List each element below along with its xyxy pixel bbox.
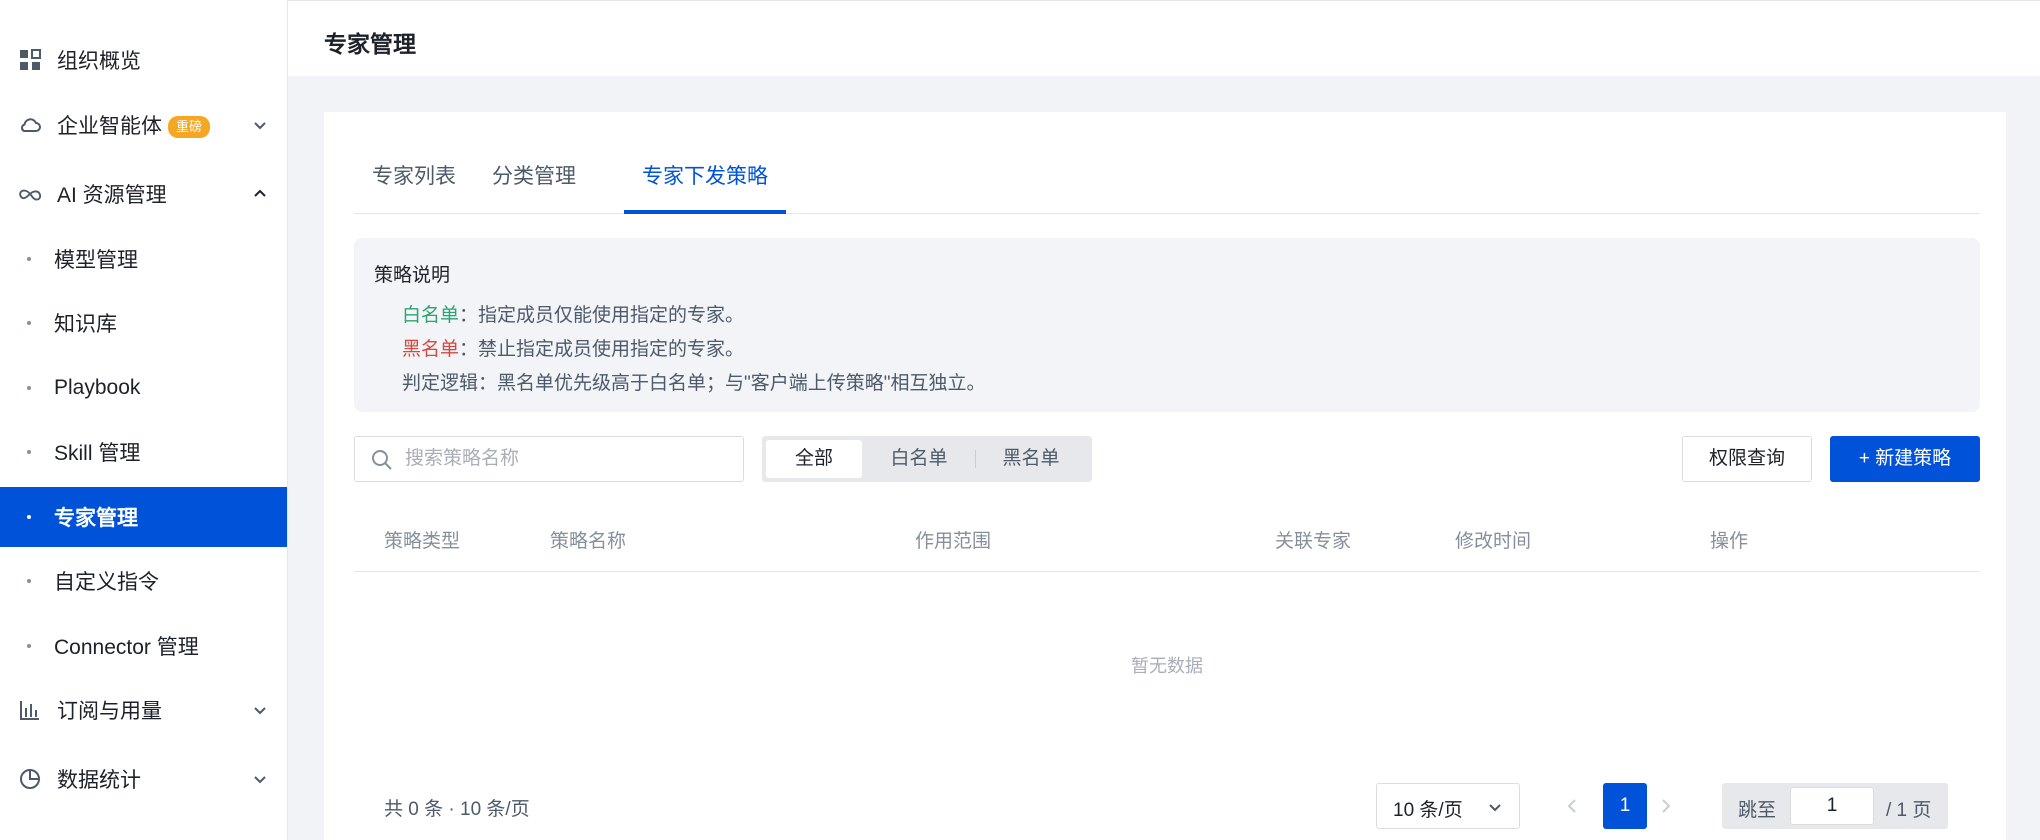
sidebar-item-label: 订阅与用量 bbox=[57, 700, 162, 723]
sidebar-item-ai-resources[interactable]: AI 资源管理 bbox=[0, 164, 287, 224]
sidebar-item-label: 组织概览 bbox=[57, 50, 141, 73]
page-title: 专家管理 bbox=[324, 31, 416, 57]
empty-state: 暂无数据 bbox=[1131, 656, 1203, 676]
next-page-button[interactable] bbox=[1644, 783, 1688, 829]
sidebar-item-enterprise-agent[interactable]: 企业智能体 重磅 bbox=[0, 95, 287, 155]
column-header: 作用范围 bbox=[915, 531, 992, 552]
notice-logic-line: 判定逻辑：黑名单优先级高于白名单；与"客户端上传策略"相互独立。 bbox=[402, 373, 986, 394]
sidebar-item-label: Playbook bbox=[54, 376, 141, 399]
chevron-down-icon bbox=[250, 700, 270, 720]
filter-blacklist[interactable]: 黑名单 bbox=[978, 440, 1084, 478]
filter-whitelist[interactable]: 白名单 bbox=[866, 440, 972, 478]
permission-query-button[interactable]: 权限查询 bbox=[1682, 436, 1812, 482]
tab-distribution-policy[interactable]: 专家下发策略 bbox=[642, 152, 768, 214]
search-input[interactable] bbox=[405, 445, 725, 473]
sidebar-item-connector-management[interactable]: Connector 管理 bbox=[0, 616, 287, 676]
sidebar-item-label: 自定义指令 bbox=[54, 571, 159, 594]
scrollbar[interactable] bbox=[2022, 76, 2040, 840]
sidebar-item-org-overview[interactable]: 组织概览 bbox=[0, 30, 287, 90]
chevron-down-icon bbox=[250, 115, 270, 135]
jump-label: 跳至 bbox=[1738, 800, 1777, 821]
sidebar-item-subscription-usage[interactable]: 订阅与用量 bbox=[0, 680, 287, 740]
tab-category-management[interactable]: 分类管理 bbox=[492, 152, 576, 214]
filter-divider bbox=[975, 450, 976, 468]
sidebar-item-knowledge-base[interactable]: 知识库 bbox=[0, 293, 287, 353]
page-jumper: 跳至 1 / 1 页 bbox=[1722, 783, 1948, 829]
sidebar-item-label: Connector 管理 bbox=[54, 636, 199, 659]
page-header: 专家管理 bbox=[288, 0, 2040, 76]
jump-page-input[interactable]: 1 bbox=[1790, 787, 1874, 825]
sidebar-item-data-statistics[interactable]: 数据统计 bbox=[0, 749, 287, 809]
sidebar-item-expert-management[interactable]: 专家管理 bbox=[0, 487, 287, 547]
column-header: 操作 bbox=[1710, 531, 1749, 552]
page-size-select[interactable]: 10 条/页 bbox=[1376, 783, 1520, 829]
table-header: 策略类型 策略名称 作用范围 关联专家 修改时间 操作 bbox=[354, 504, 1980, 572]
search-icon bbox=[371, 449, 393, 471]
column-header: 修改时间 bbox=[1455, 531, 1532, 552]
new-badge: 重磅 bbox=[168, 116, 211, 139]
create-policy-button[interactable]: + 新建策略 bbox=[1830, 436, 1980, 482]
sidebar-item-label: Skill 管理 bbox=[54, 442, 141, 465]
chevron-down-icon bbox=[250, 769, 270, 789]
bullet-dot bbox=[27, 321, 31, 325]
blacklist-label: 黑名单 bbox=[402, 339, 460, 360]
bullet-dot bbox=[27, 386, 31, 390]
bullet-dot bbox=[27, 515, 31, 519]
whitelist-text: ：指定成员仅能使用指定的专家。 bbox=[459, 305, 745, 326]
bullet-dot bbox=[27, 644, 31, 648]
policy-type-filter: 全部 白名单 黑名单 bbox=[762, 436, 1092, 482]
pie-chart-icon bbox=[18, 767, 42, 791]
chevron-left-icon bbox=[1567, 799, 1576, 813]
page-size-value: 10 条/页 bbox=[1393, 800, 1463, 821]
chevron-right-icon bbox=[1662, 799, 1671, 813]
page-number-current[interactable]: 1 bbox=[1603, 783, 1647, 829]
blacklist-text: ：禁止指定成员使用指定的专家。 bbox=[459, 339, 745, 360]
sidebar-item-label: 企业智能体 bbox=[57, 115, 162, 138]
bullet-dot bbox=[27, 579, 31, 583]
notice-title: 策略说明 bbox=[374, 265, 451, 286]
bar-chart-icon bbox=[18, 698, 42, 722]
chevron-up-icon bbox=[250, 184, 270, 204]
sidebar-item-skill-management[interactable]: Skill 管理 bbox=[0, 422, 287, 482]
filter-all[interactable]: 全部 bbox=[766, 440, 862, 478]
sidebar-item-label: 专家管理 bbox=[54, 507, 138, 530]
total-pages-label: / 1 页 bbox=[1886, 800, 1932, 821]
sidebar-item-playbook[interactable]: Playbook bbox=[0, 358, 287, 418]
sidebar-item-label: AI 资源管理 bbox=[57, 184, 167, 207]
prev-page-button[interactable] bbox=[1550, 783, 1594, 829]
tab-expert-list[interactable]: 专家列表 bbox=[372, 152, 456, 214]
column-header: 关联专家 bbox=[1275, 531, 1352, 552]
notice-whitelist-line: 白名单：指定成员仅能使用指定的专家。 bbox=[402, 300, 744, 327]
chevron-down-icon bbox=[1485, 797, 1505, 817]
content-card: 专家列表 分类管理 专家下发策略 策略说明 白名单：指定成员仅能使用指定的专家。… bbox=[324, 112, 2006, 840]
whitelist-label: 白名单 bbox=[402, 305, 460, 326]
sidebar-item-custom-instructions[interactable]: 自定义指令 bbox=[0, 551, 287, 611]
policy-notice: 策略说明 白名单：指定成员仅能使用指定的专家。 黑名单：禁止指定成员使用指定的专… bbox=[354, 238, 1980, 412]
sidebar-item-label: 模型管理 bbox=[54, 249, 138, 272]
sidebar-item-model-management[interactable]: 模型管理 bbox=[0, 229, 287, 289]
column-header: 策略名称 bbox=[550, 531, 627, 552]
column-header: 策略类型 bbox=[384, 531, 461, 552]
bullet-dot bbox=[27, 450, 31, 454]
notice-blacklist-line: 黑名单：禁止指定成员使用指定的专家。 bbox=[402, 334, 744, 361]
sidebar-item-label: 知识库 bbox=[54, 313, 117, 336]
active-tab-indicator bbox=[624, 210, 786, 214]
cloud-icon bbox=[18, 113, 42, 137]
infinity-icon bbox=[18, 182, 42, 206]
pagination-total: 共 0 条 · 10 条/页 bbox=[384, 799, 530, 820]
sidebar-item-label: 数据统计 bbox=[57, 769, 141, 792]
sidebar: 组织概览 企业智能体 重磅 AI 资源管理 模型管理 知识库 Playbook S… bbox=[0, 0, 288, 840]
bullet-dot bbox=[27, 257, 31, 261]
search-box bbox=[354, 436, 744, 482]
grid-icon bbox=[18, 48, 42, 72]
tab-bar: 专家列表 分类管理 专家下发策略 bbox=[354, 152, 1980, 214]
